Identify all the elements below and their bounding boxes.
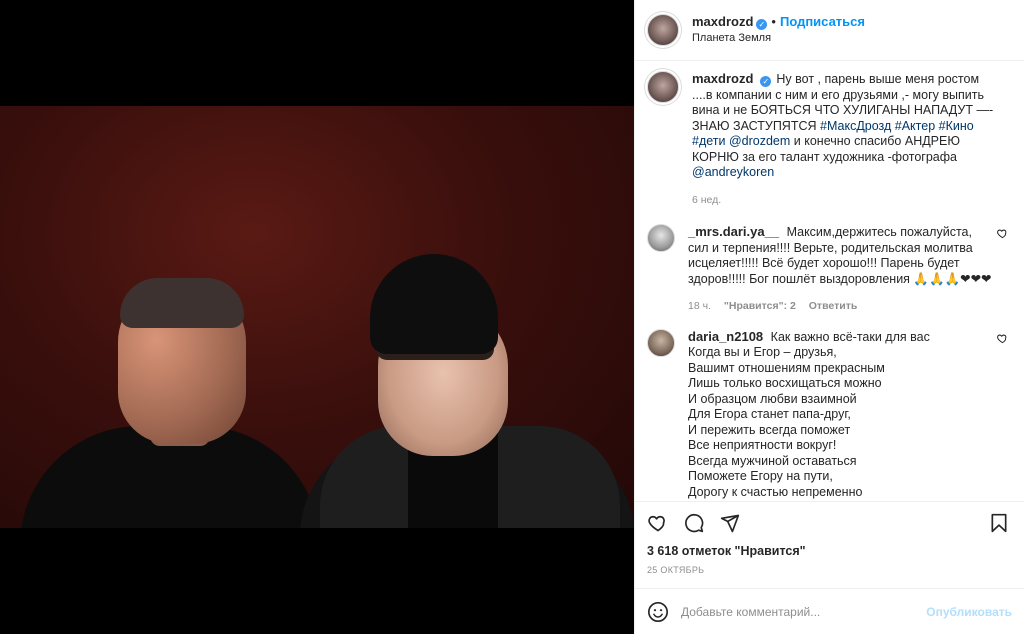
comment-item: _mrs.dari.ya__ Максим,держитесь пожалуйс… (647, 224, 1008, 315)
caption-username[interactable]: maxdrozd (692, 71, 753, 86)
comment-meta: 18 ч. "Нравится": 2 Ответить (688, 299, 994, 315)
verified-badge-icon: ✓ (760, 76, 772, 87)
poem-line: Лишь только восхищаться можно (688, 376, 882, 390)
save-bookmark-icon[interactable] (988, 512, 1010, 534)
man-hair (120, 278, 244, 328)
comment-body: daria_n2108 Как важно всё-таки для вас К… (688, 329, 1008, 502)
verified-badge-icon: ✓ (756, 19, 768, 30)
comment-item: daria_n2108 Как важно всё-таки для вас К… (647, 328, 1008, 502)
action-icons (647, 508, 1010, 538)
follow-button[interactable]: Подписаться (780, 14, 865, 29)
separator-dot: • (771, 14, 776, 29)
poem-line: И образцом любви взаимной (688, 391, 857, 406)
boy-beanie (370, 254, 498, 354)
post-date: 25 ОКТЯБРЬ (647, 565, 705, 575)
comments-list[interactable]: maxdrozd ✓ Ну вот , парень выше меня росто… (635, 61, 1024, 501)
poem-line: Поможете Егору на пути, (688, 469, 833, 483)
poem-line: Все неприятности вокруг! (688, 438, 837, 452)
likes-count[interactable]: 3 618 отметок "Нравится" (647, 544, 1010, 558)
reply-button[interactable]: Ответить (809, 300, 858, 312)
add-comment-bar: Опубликовать (635, 588, 1024, 634)
comment-bubble-icon[interactable] (683, 512, 705, 534)
poem-line: Поможете ему найти! (688, 500, 994, 501)
post-media (0, 0, 634, 634)
username-link[interactable]: maxdrozd (692, 14, 753, 29)
caption-mention[interactable]: @andreykoren (692, 165, 774, 179)
post-header: maxdrozd ✓ • Подписаться Планета Земля (635, 0, 1024, 61)
poem-line: Дорогу к счастью непременно (688, 484, 863, 499)
poem-line: Когда вы и Егор – друзья, (688, 345, 837, 359)
comment-like-heart-icon[interactable] (997, 333, 1008, 344)
comment-likes-count[interactable]: "Нравится": 2 (724, 300, 796, 312)
publish-button[interactable]: Опубликовать (926, 605, 1012, 619)
caption: maxdrozd ✓ Ну вот , парень выше меня росто… (647, 71, 1008, 208)
post-actions: 3 618 отметок "Нравится" 25 ОКТЯБРЬ (635, 501, 1024, 588)
emoji-smiley-icon[interactable] (647, 601, 669, 623)
post-side-panel: maxdrozd ✓ • Подписаться Планета Земля maxd… (634, 0, 1024, 634)
avatar[interactable] (647, 224, 675, 252)
comment-input[interactable] (681, 604, 921, 619)
instagram-post-modal: maxdrozd ✓ • Подписаться Планета Земля maxd… (0, 0, 1024, 634)
poem-line: Всегда мужчиной оставаться (688, 453, 857, 468)
comment-time[interactable]: 18 ч. (688, 300, 711, 312)
comment-text: Как важно всё-таки для вас (770, 329, 930, 344)
caption-body: maxdrozd ✓ Ну вот , парень выше меня росто… (692, 71, 1008, 208)
like-heart-icon[interactable] (647, 512, 669, 534)
header-text: maxdrozd ✓ • Подписаться Планета Земля (692, 14, 865, 46)
avatar[interactable] (647, 14, 679, 46)
caption-time[interactable]: 6 нед. (692, 194, 721, 206)
comment-like-heart-icon[interactable] (997, 228, 1008, 239)
avatar[interactable] (647, 71, 679, 103)
post-photo[interactable] (0, 106, 634, 528)
caption-meta: 6 нед. (692, 193, 994, 209)
poem-lines: Когда вы и Егор – друзья, Вашимт отношени… (688, 345, 994, 501)
comment-username[interactable]: daria_n2108 (688, 329, 763, 344)
share-paper-plane-icon[interactable] (719, 512, 741, 534)
poem-line: И пережить всегда поможет (688, 422, 851, 437)
comment-username[interactable]: _mrs.dari.ya__ (688, 224, 779, 239)
poem-line: Для Егора станет папа-друг, (688, 407, 851, 421)
avatar[interactable] (647, 328, 675, 357)
poem-line: Вашимт отношениям прекрасным (688, 360, 885, 375)
comment-body: _mrs.dari.ya__ Максим,держитесь пожалуйс… (688, 224, 1008, 315)
location-link[interactable]: Планета Земля (692, 30, 865, 46)
